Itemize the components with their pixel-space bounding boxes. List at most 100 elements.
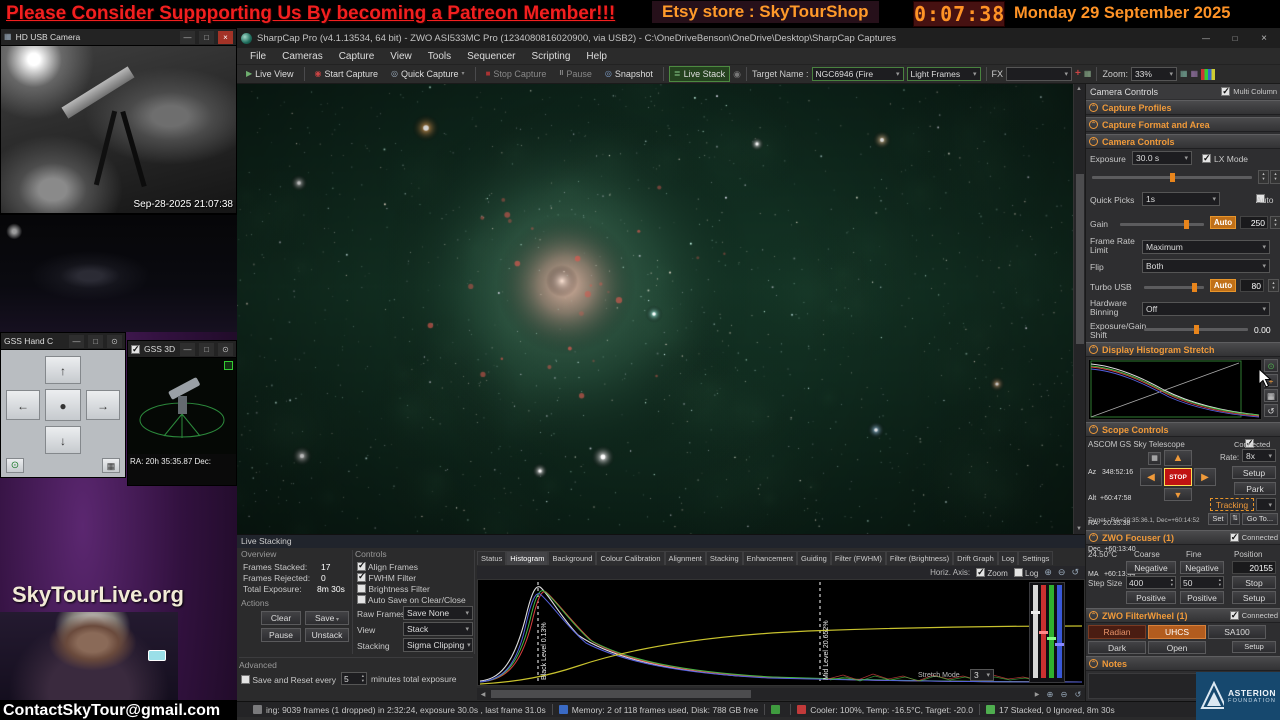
auto-save-checkbox[interactable] xyxy=(357,595,366,604)
quick-picks-select[interactable]: 1s xyxy=(1142,192,1220,206)
menu-file[interactable]: File xyxy=(243,50,273,63)
slew-left-button[interactable]: ← xyxy=(6,390,40,420)
auto-stretch-button[interactable]: ⊙ xyxy=(1264,359,1278,372)
filter-open-button[interactable]: Open xyxy=(1148,641,1206,654)
exposure-select[interactable]: 30.0 s xyxy=(1132,151,1192,165)
selection-icon[interactable]: ▦ xyxy=(1084,70,1092,78)
maximize-icon[interactable]: □ xyxy=(199,30,214,44)
live-stack-button[interactable]: ≣ Live Stack xyxy=(668,66,731,82)
gain-auto-button[interactable]: Auto xyxy=(1210,216,1236,229)
scrollbar-thumb[interactable] xyxy=(491,690,751,698)
gss-3d-checkbox[interactable] xyxy=(131,344,140,355)
red-handle[interactable] xyxy=(1039,631,1048,634)
exposure-spinner[interactable] xyxy=(1258,170,1269,184)
grid-icon[interactable]: ▦ xyxy=(1264,389,1278,402)
slew-stop-button[interactable]: ● xyxy=(45,389,81,421)
slew-down-button[interactable]: ↓ xyxy=(45,426,81,454)
histogram-plot[interactable]: Black Level 0.13% Mid Level 20.652% Stre… xyxy=(477,579,1085,686)
pause-button[interactable]: II Pause xyxy=(554,66,596,82)
luma-bar[interactable] xyxy=(1033,585,1038,678)
hist-log-checkbox[interactable] xyxy=(1013,567,1023,577)
focuser-connected-checkbox[interactable] xyxy=(1229,532,1239,543)
filter-dark-button[interactable]: Dark xyxy=(1088,641,1146,654)
zoom-select[interactable]: 33% xyxy=(1130,67,1177,81)
brightness-filter-checkbox[interactable] xyxy=(357,584,366,593)
turbo-usb-slider[interactable] xyxy=(1144,283,1204,292)
gss-3d-settings-icon[interactable] xyxy=(224,361,233,370)
blue-bar[interactable] xyxy=(1057,585,1062,678)
scroll-up-icon[interactable]: ▲ xyxy=(1076,86,1082,92)
minimize-icon[interactable]: — xyxy=(69,334,84,348)
maximize-icon[interactable]: □ xyxy=(88,334,103,348)
image-icon[interactable]: ▦ xyxy=(1191,70,1199,78)
scope-down-button[interactable]: ▼ xyxy=(1164,488,1192,501)
tab-filter-fwhm[interactable]: Filter (FWHM) xyxy=(830,551,886,565)
tab-drift-graph[interactable]: Drift Graph xyxy=(953,551,998,565)
crosshair-icon[interactable]: + xyxy=(1075,69,1081,79)
tab-log[interactable]: Log xyxy=(997,551,1019,565)
zoom-out-icon[interactable]: ⊖ xyxy=(1058,567,1066,578)
green-bar[interactable] xyxy=(1049,585,1054,678)
live-view-button[interactable]: ▶ Live View xyxy=(241,66,299,82)
gss-3d-titlebar[interactable]: GSS 3D — □ ⊙ xyxy=(128,341,236,358)
tab-enhancement[interactable]: Enhancement xyxy=(742,551,797,565)
menu-scripting[interactable]: Scripting xyxy=(525,50,578,63)
rgb-stretch-widget[interactable] xyxy=(1029,582,1065,683)
tab-guiding[interactable]: Guiding xyxy=(796,551,831,565)
gain-slider-thumb[interactable] xyxy=(1184,220,1189,229)
close-icon[interactable]: × xyxy=(1252,32,1276,45)
save-reset-minutes-input[interactable]: 5 xyxy=(341,672,367,685)
tab-background[interactable]: Background xyxy=(548,551,597,565)
save-button[interactable]: Save xyxy=(305,611,349,625)
stretch-mode-select[interactable]: 3 xyxy=(970,669,994,681)
filter-uhcs-button[interactable]: UHCS xyxy=(1148,625,1206,639)
quick-capture-button[interactable]: ◎ Quick Capture ▾ xyxy=(386,66,470,82)
scope-left-button[interactable]: ◀ xyxy=(1140,468,1162,486)
gain-spinner[interactable] xyxy=(1270,216,1280,229)
clear-button[interactable]: Clear xyxy=(261,611,301,625)
grid-icon[interactable]: ▦ xyxy=(102,458,120,473)
minimize-icon[interactable]: — xyxy=(1194,32,1218,45)
zoom-in-icon[interactable]: ⊕ xyxy=(1043,690,1057,699)
section-camera-controls[interactable]: ⌃ Camera Controls xyxy=(1086,134,1280,149)
tab-histogram[interactable]: Histogram xyxy=(506,551,549,565)
raw-frames-select[interactable]: Save None xyxy=(403,606,473,620)
exposure-fine-spinner[interactable] xyxy=(1270,170,1280,184)
maximize-icon[interactable]: □ xyxy=(199,342,214,356)
turbo-usb-spinner[interactable] xyxy=(1268,279,1279,292)
frame-rate-select[interactable]: Maximum xyxy=(1142,240,1270,254)
rate-select[interactable]: 8x xyxy=(1242,449,1276,462)
scroll-right-icon[interactable]: ▶ xyxy=(1031,691,1043,698)
section-display-stretch[interactable]: ⌃ Display Histogram Stretch xyxy=(1086,342,1280,357)
fx-select[interactable] xyxy=(1006,67,1073,81)
luma-handle[interactable] xyxy=(1031,611,1040,614)
histogram-scrollbar[interactable]: ◀ ▶ ⊕ ⊖ ↺ xyxy=(477,688,1085,700)
section-capture-format[interactable]: ⌃ Capture Format and Area xyxy=(1086,117,1280,132)
filterwheel-connected-checkbox[interactable] xyxy=(1229,610,1239,621)
tracking-rate-select[interactable] xyxy=(1256,498,1276,511)
hist-zoom-checkbox[interactable] xyxy=(976,567,986,578)
filter-sa100-button[interactable]: SA100 xyxy=(1208,625,1266,639)
gss-hand-titlebar[interactable]: GSS Hand C — □ ⊙ xyxy=(1,333,125,350)
coarse-positive-button[interactable]: Positive xyxy=(1126,591,1176,604)
exp-gain-shift-thumb[interactable] xyxy=(1194,325,1199,334)
power-icon[interactable]: ⊙ xyxy=(218,342,233,356)
minimize-icon[interactable]: — xyxy=(180,30,195,44)
scroll-down-icon[interactable]: ▼ xyxy=(1076,526,1082,532)
fine-step-input[interactable]: 50 xyxy=(1180,576,1224,589)
reset-view-icon[interactable]: ↺ xyxy=(1071,690,1085,699)
image-vertical-scrollbar[interactable]: ▲ ▼ xyxy=(1073,84,1085,534)
image-icon[interactable]: ▦ xyxy=(1180,70,1188,78)
reset-view-icon[interactable]: ↺ xyxy=(1264,404,1278,417)
scrollbar-thumb[interactable] xyxy=(1076,174,1084,344)
snapshot-button[interactable]: ◎ Snapshot xyxy=(600,66,658,82)
exposure-slider-thumb[interactable] xyxy=(1170,173,1175,182)
gain-slider[interactable] xyxy=(1120,220,1204,229)
tab-status[interactable]: Status xyxy=(477,551,507,565)
close-icon[interactable]: × xyxy=(218,30,233,44)
section-filterwheel[interactable]: ⌃ZWO FilterWheel (1)Connected xyxy=(1086,608,1280,623)
camera-preview-image[interactable] xyxy=(237,84,1073,534)
fine-positive-button[interactable]: Positive xyxy=(1180,591,1224,604)
tab-colour-calibration[interactable]: Colour Calibration xyxy=(596,551,665,565)
sharpcap-titlebar[interactable]: SharpCap Pro (v4.1.13534, 64 bit) - ZWO … xyxy=(237,28,1280,48)
